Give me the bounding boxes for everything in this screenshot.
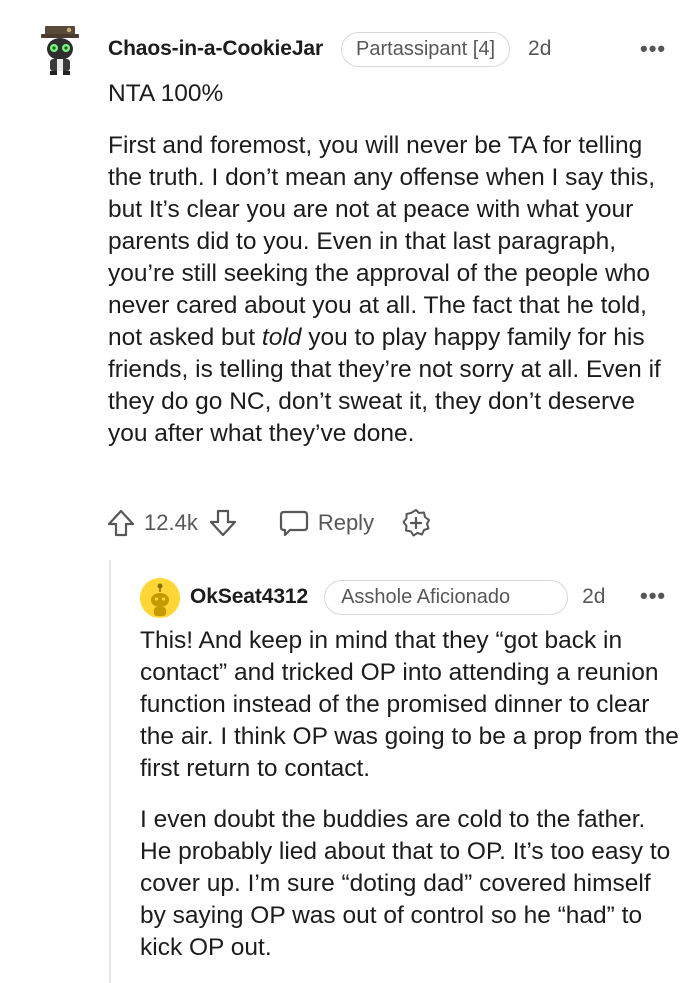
user-flair: Partassipant [4] bbox=[341, 31, 511, 67]
paragraph-emphasis: told bbox=[261, 324, 302, 351]
upvote-icon bbox=[107, 509, 135, 537]
downvote-icon bbox=[209, 509, 236, 537]
comment-actions: 12.4k Reply bbox=[106, 506, 432, 540]
paragraph-text-start: First and foremost, you will never be TA… bbox=[108, 132, 656, 351]
reply-button[interactable]: Reply bbox=[278, 508, 374, 538]
vote-count: 12.4k bbox=[144, 510, 198, 535]
reply-body: This! And keep in mind that they “got ba… bbox=[140, 625, 680, 983]
award-button[interactable] bbox=[400, 507, 432, 539]
upvote-button[interactable] bbox=[106, 508, 136, 538]
comment-timestamp[interactable]: 2d bbox=[528, 37, 551, 61]
reply-user-flair: Asshole Aficionado bbox=[324, 579, 569, 615]
reply-bubble-icon bbox=[279, 510, 308, 537]
reply-paragraph: This! And keep in mind that they “got ba… bbox=[140, 627, 679, 782]
comment-header: Chaos-in-a-CookieJar Partassipant [4] 2d bbox=[108, 30, 551, 68]
reply-timestamp[interactable]: 2d bbox=[582, 585, 605, 609]
comment-body: NTA 100% First and foremost, you will ne… bbox=[108, 78, 678, 470]
snoo-avatar-icon bbox=[140, 578, 180, 618]
comment-first-line: NTA 100% bbox=[108, 80, 224, 107]
reply-label: Reply bbox=[317, 510, 375, 535]
reply-paragraph: I even doubt the buddies are cold to the… bbox=[140, 806, 671, 961]
more-dots-icon[interactable]: ••• bbox=[640, 36, 666, 62]
reply-header: OkSeat4312 Asshole Aficionado 2d bbox=[190, 579, 605, 615]
reply-username[interactable]: OkSeat4312 bbox=[190, 585, 308, 609]
downvote-button[interactable] bbox=[208, 508, 238, 538]
comment-username[interactable]: Chaos-in-a-CookieJar bbox=[108, 37, 323, 61]
reply-avatar[interactable] bbox=[140, 578, 180, 618]
comment-thread: Chaos-in-a-CookieJar Partassipant [4] 2d… bbox=[0, 0, 700, 983]
award-plus-icon bbox=[402, 509, 431, 537]
more-dots-icon[interactable]: ••• bbox=[640, 583, 666, 609]
comment-paragraph: First and foremost, you will never be TA… bbox=[108, 130, 678, 450]
thread-line[interactable] bbox=[109, 560, 111, 983]
avatar-snoo-hat-icon bbox=[41, 26, 79, 75]
user-avatar[interactable] bbox=[38, 26, 82, 76]
